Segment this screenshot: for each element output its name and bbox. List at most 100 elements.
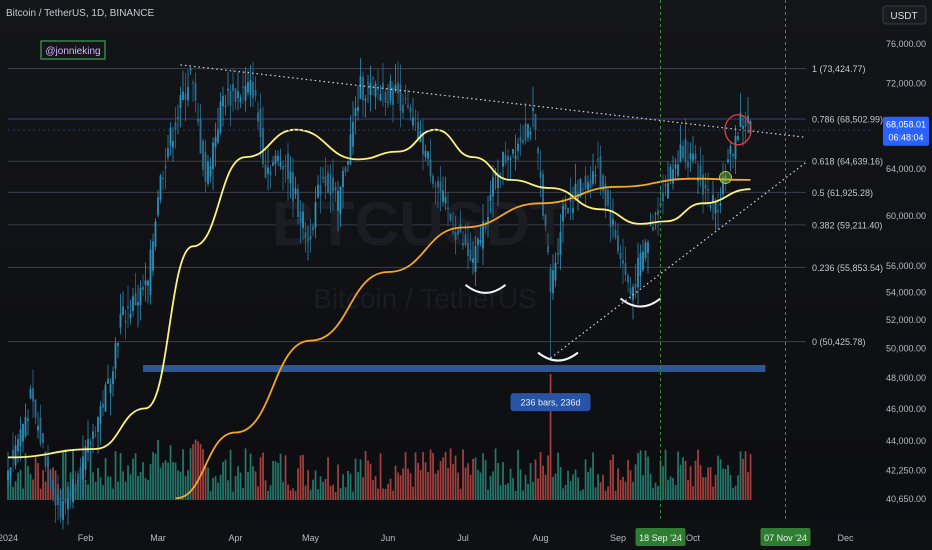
volume-bar <box>677 451 679 500</box>
candle-body <box>264 164 267 179</box>
candle-body <box>97 416 99 432</box>
volume-bar <box>562 488 564 500</box>
candle-body <box>229 90 232 106</box>
volume-bar <box>334 491 337 500</box>
volume-bar <box>257 486 259 500</box>
volume-bar <box>467 463 469 500</box>
volume-bar <box>672 477 674 500</box>
volume-bar <box>597 474 599 500</box>
volume-bar <box>747 472 749 500</box>
volume-bar <box>179 471 182 500</box>
candle-body <box>372 77 374 79</box>
volume-bar <box>457 472 459 500</box>
volume-bar <box>132 458 134 500</box>
volume-bar <box>327 457 329 500</box>
volume-bar <box>277 462 279 500</box>
volume-bar <box>192 444 194 500</box>
candle-body <box>274 155 277 164</box>
candle-body <box>534 114 537 130</box>
volume-bar <box>567 470 569 500</box>
volume-bar <box>724 468 727 500</box>
candle-body <box>232 83 234 92</box>
volume-bar <box>134 453 137 500</box>
candle-body <box>464 234 467 245</box>
candle-body <box>29 388 32 399</box>
currency-label: USDT <box>890 11 917 22</box>
volume-bar <box>684 460 687 500</box>
candle-body <box>447 207 449 210</box>
volume-bar <box>537 478 539 500</box>
volume-bar <box>337 464 339 500</box>
volume-bar <box>569 480 572 500</box>
volume-bar <box>377 488 379 500</box>
volume-bar <box>234 476 237 500</box>
candle-body <box>199 118 202 154</box>
volume-bar <box>737 475 739 500</box>
candle-body <box>657 210 659 216</box>
volume-bar <box>99 477 102 500</box>
volume-bar <box>144 478 147 500</box>
volume-bar <box>614 490 617 500</box>
candle-body <box>109 384 112 394</box>
volume-bar <box>704 477 707 500</box>
volume-bar <box>307 470 309 500</box>
candle-body <box>64 498 67 504</box>
candle-body <box>49 470 52 487</box>
candle-body <box>252 81 254 99</box>
candle-body <box>679 144 682 162</box>
volume-bar <box>354 458 357 500</box>
symbol-title: Bitcoin / TetherUS, 1D, BINANCE <box>6 8 155 19</box>
volume-bar <box>172 462 174 500</box>
volume-bar <box>289 490 292 500</box>
candle-body <box>654 212 657 214</box>
volume-bar <box>709 467 712 500</box>
volume-bar <box>339 488 342 500</box>
candle-body <box>219 101 222 133</box>
volume-bar <box>142 462 144 500</box>
volume-bar <box>379 453 382 500</box>
volume-bar <box>174 462 177 500</box>
candle-body <box>337 191 339 211</box>
volume-bar <box>322 481 324 500</box>
volume-bar <box>359 459 362 500</box>
volume-bar <box>332 484 334 500</box>
candle-body <box>687 162 689 168</box>
candle-body <box>119 314 122 328</box>
candle-body <box>182 91 184 101</box>
volume-bar <box>342 474 344 500</box>
candle-body <box>427 151 429 159</box>
candle-body <box>677 164 679 176</box>
volume-bar <box>707 467 709 500</box>
candle-body <box>149 249 152 296</box>
candle-body <box>272 162 274 166</box>
volume-bar <box>122 471 124 500</box>
volume-bar <box>639 450 642 500</box>
candle-body <box>564 204 567 210</box>
volume-bar <box>32 479 34 500</box>
range-label: 236 bars, 236d <box>520 398 580 408</box>
candle-body <box>197 118 199 122</box>
candle-body <box>614 230 617 238</box>
volume-bar <box>427 471 429 500</box>
fib-label: 1 (73,424.77) <box>812 64 866 74</box>
candle-body <box>287 153 289 180</box>
volume-bar <box>104 457 107 500</box>
candle-body <box>104 384 107 412</box>
volume-bar <box>477 469 479 500</box>
volume-bar <box>137 476 139 500</box>
volume-bar <box>267 490 269 500</box>
volume-bar <box>664 449 667 500</box>
candle-body <box>467 243 469 257</box>
price-tick-label: 48,000.00 <box>886 373 926 383</box>
volume-bar <box>12 486 14 500</box>
candle-body <box>729 146 732 154</box>
volume-bar <box>212 477 214 500</box>
volume-bar <box>489 475 492 500</box>
volume-bar <box>404 452 407 500</box>
time-tick-label: May <box>302 533 320 543</box>
candle-body <box>172 140 174 148</box>
price-chart[interactable]: 1 (73,424.77) 0.786 (68,502.99) 0.618 (64,… <box>0 0 932 550</box>
volume-bar <box>442 457 444 500</box>
volume-bar <box>87 484 89 500</box>
volume-bar <box>119 453 122 500</box>
